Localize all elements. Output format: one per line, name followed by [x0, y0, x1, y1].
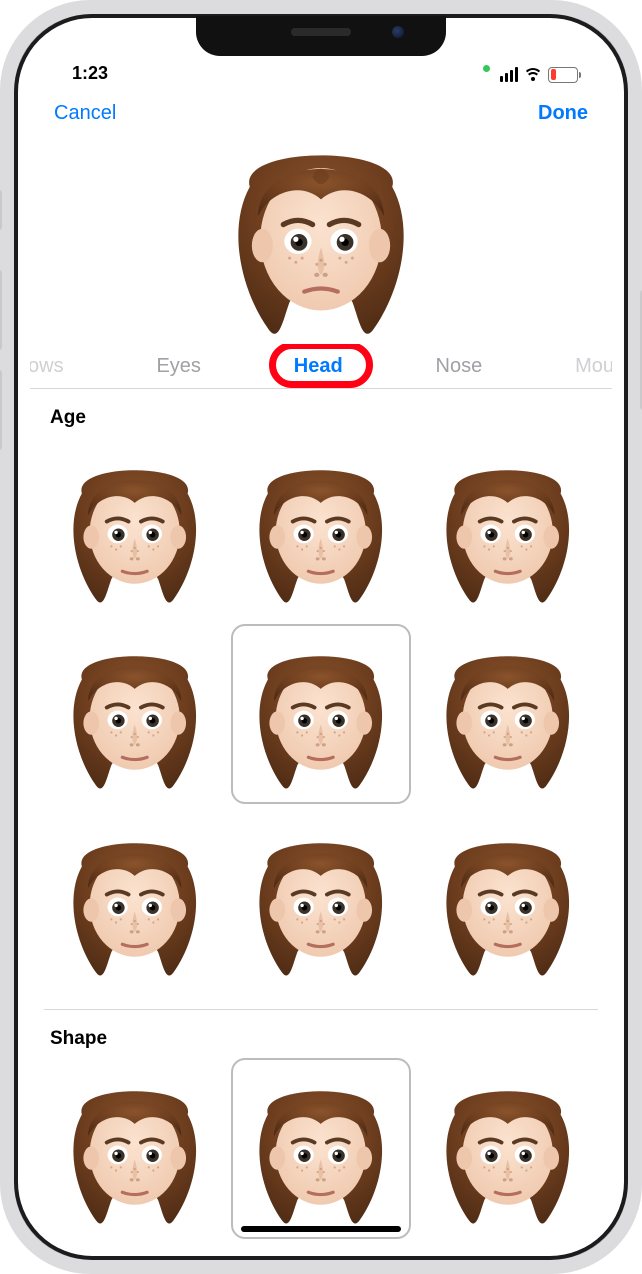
- memoji-face-icon: [430, 450, 585, 605]
- category-tabs: ows Eyes Head Nose Mou: [30, 344, 612, 389]
- memoji-face-icon: [430, 1071, 585, 1226]
- memoji-option[interactable]: [417, 810, 598, 991]
- memoji-option[interactable]: [44, 1058, 225, 1239]
- cell-signal-icon: [500, 67, 518, 82]
- section-title-age: Age: [30, 389, 612, 437]
- cancel-button[interactable]: Cancel: [50, 100, 120, 127]
- memoji-svg: [216, 124, 426, 344]
- memoji-option[interactable]: [417, 1058, 598, 1239]
- memoji-face-icon: [243, 1071, 398, 1226]
- memoji-face-icon: [57, 823, 212, 978]
- tab-brows[interactable]: ows: [30, 347, 68, 386]
- home-indicator[interactable]: [241, 1226, 401, 1232]
- tab-nose[interactable]: Nose: [432, 347, 487, 386]
- annotation-highlight-ring: [269, 344, 373, 388]
- volume-down-button: [0, 370, 2, 450]
- battery-low-icon: [548, 67, 578, 83]
- mute-switch: [0, 190, 2, 230]
- shape-grid: [30, 1058, 612, 1239]
- tab-mouth[interactable]: Mou: [571, 347, 612, 386]
- memoji-option[interactable]: [231, 1058, 412, 1239]
- memoji-face-icon: [430, 823, 585, 978]
- memoji-face-icon: [57, 450, 212, 605]
- memoji-option[interactable]: [231, 437, 412, 618]
- done-button[interactable]: Done: [534, 100, 592, 127]
- front-camera: [392, 26, 404, 38]
- options-scroll[interactable]: Age: [30, 389, 612, 1244]
- notch: [196, 16, 446, 56]
- memoji-option[interactable]: [231, 624, 412, 805]
- memoji-preview: [30, 124, 612, 344]
- memoji-option[interactable]: [417, 624, 598, 805]
- memoji-option[interactable]: [231, 810, 412, 991]
- speaker-grille: [291, 28, 351, 36]
- tab-eyes[interactable]: Eyes: [152, 347, 204, 386]
- memoji-face-icon: [243, 636, 398, 791]
- section-title-shape: Shape: [30, 1010, 612, 1058]
- memoji-face-icon: [57, 1071, 212, 1226]
- memoji-face-icon: [243, 450, 398, 605]
- camera-in-use-dot: [483, 65, 490, 72]
- screen: 1:23 Cancel Done: [30, 30, 612, 1244]
- memoji-option[interactable]: [44, 624, 225, 805]
- volume-up-button: [0, 270, 2, 350]
- wifi-icon: [524, 68, 542, 82]
- memoji-face-icon: [216, 124, 426, 344]
- age-grid: [30, 437, 612, 991]
- status-time: 1:23: [72, 63, 108, 84]
- memoji-option[interactable]: [44, 810, 225, 991]
- memoji-face-icon: [430, 636, 585, 791]
- memoji-option[interactable]: [417, 437, 598, 618]
- memoji-face-icon: [57, 636, 212, 791]
- memoji-option[interactable]: [44, 437, 225, 618]
- memoji-face-icon: [243, 823, 398, 978]
